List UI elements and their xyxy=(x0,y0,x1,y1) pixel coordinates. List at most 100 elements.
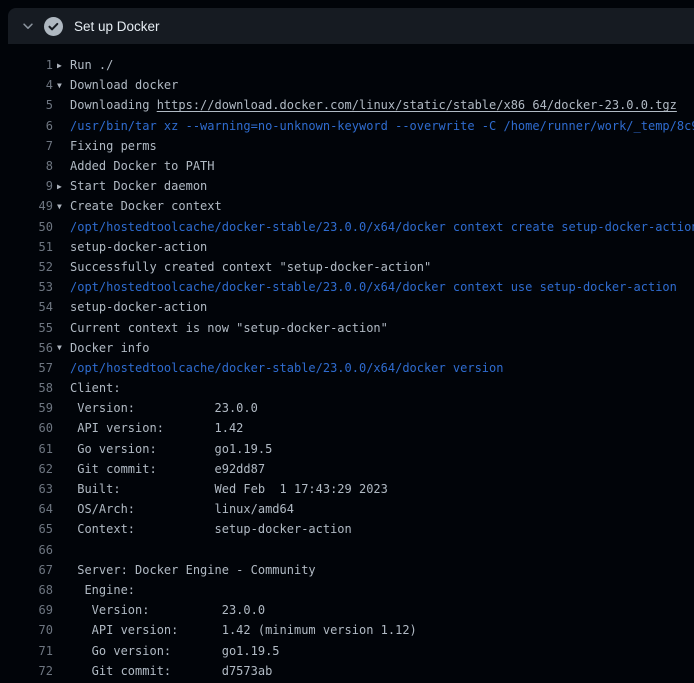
log-container: 1▶Run ./4▼Download docker5Downloading ht… xyxy=(0,44,694,681)
triangle-collapsed-icon[interactable]: ▶ xyxy=(57,182,70,191)
log-text: Go version: go1.19.5 xyxy=(70,644,694,658)
line-number[interactable]: 67 xyxy=(0,563,53,577)
line-number[interactable]: 72 xyxy=(0,664,53,678)
log-group-title: Start Docker daemon xyxy=(70,179,694,193)
log-line: 52 Successfully created context "setup-do… xyxy=(0,257,694,277)
log-line: 71 Go version: go1.19.5 xyxy=(0,640,694,660)
log-text: Git commit: d7573ab xyxy=(70,664,694,678)
log-group-row[interactable]: 56 ▼Docker info xyxy=(0,338,694,358)
log-text: Fixing perms xyxy=(70,139,694,153)
line-number[interactable]: 66 xyxy=(0,543,53,557)
log-group-title: Docker info xyxy=(70,341,694,355)
line-number[interactable]: 56 xyxy=(0,341,53,355)
line-number[interactable]: 7 xyxy=(0,139,53,153)
log-line: 51 setup-docker-action xyxy=(0,237,694,257)
line-number[interactable]: 60 xyxy=(0,421,53,435)
line-number[interactable]: 4 xyxy=(0,78,53,92)
log-line: 6/usr/bin/tar xz --warning=no-unknown-ke… xyxy=(0,116,694,136)
log-group-row[interactable]: 49 ▼Create Docker context xyxy=(0,196,694,216)
line-number[interactable]: 63 xyxy=(0,482,53,496)
log-text: setup-docker-action xyxy=(70,240,694,254)
log-text: Downloading xyxy=(70,98,157,112)
chevron-down-icon[interactable] xyxy=(21,19,35,33)
line-number[interactable]: 65 xyxy=(0,522,53,536)
line-number[interactable]: 55 xyxy=(0,321,53,335)
log-line: 57/opt/hostedtoolcache/docker-stable/23.… xyxy=(0,358,694,378)
log-text: Downloading https://download.docker.com/… xyxy=(70,98,694,112)
log-line: 69 Version: 23.0.0 xyxy=(0,600,694,620)
line-number[interactable]: 53 xyxy=(0,280,53,294)
log-text: Context: setup-docker-action xyxy=(70,522,694,536)
line-number[interactable]: 50 xyxy=(0,220,53,234)
line-number[interactable]: 64 xyxy=(0,502,53,516)
line-number[interactable]: 49 xyxy=(0,199,53,213)
log-line: 63 Built: Wed Feb 1 17:43:29 2023 xyxy=(0,479,694,499)
log-text: Version: 23.0.0 xyxy=(70,401,694,415)
log-line: 68 Engine: xyxy=(0,580,694,600)
log-line: 70 API version: 1.42 (minimum version 1.… xyxy=(0,620,694,640)
triangle-expanded-icon[interactable]: ▼ xyxy=(57,81,70,90)
log-text: Added Docker to PATH xyxy=(70,159,694,173)
line-number[interactable]: 1 xyxy=(0,58,53,72)
log-command-text: /usr/bin/tar xz --warning=no-unknown-key… xyxy=(70,119,694,133)
log-group-row[interactable]: 4 ▼Download docker xyxy=(0,75,694,95)
log-line: 66 xyxy=(0,540,694,560)
log-line: 65 Context: setup-docker-action xyxy=(0,519,694,539)
line-number[interactable]: 57 xyxy=(0,361,53,375)
check-circle-icon xyxy=(44,17,63,36)
log-text: Git commit: e92dd87 xyxy=(70,462,694,476)
log-line: 53/opt/hostedtoolcache/docker-stable/23.… xyxy=(0,277,694,297)
log-line: 59 Version: 23.0.0 xyxy=(0,398,694,418)
line-number[interactable]: 9 xyxy=(0,179,53,193)
triangle-expanded-icon[interactable]: ▼ xyxy=(57,202,70,211)
log-text: Server: Docker Engine - Community xyxy=(70,563,694,577)
log-lines: 1▶Run ./4▼Download docker5Downloading ht… xyxy=(0,55,694,681)
log-text: Built: Wed Feb 1 17:43:29 2023 xyxy=(70,482,694,496)
line-number[interactable]: 70 xyxy=(0,623,53,637)
log-text: setup-docker-action xyxy=(70,300,694,314)
log-group-row[interactable]: 9 ▶Start Docker daemon xyxy=(0,176,694,196)
log-group-title: Create Docker context xyxy=(70,199,694,213)
log-line: 61 Go version: go1.19.5 xyxy=(0,439,694,459)
log-text: Client: xyxy=(70,381,694,395)
step-title: Set up Docker xyxy=(74,19,160,34)
log-line: 58 Client: xyxy=(0,378,694,398)
log-text: Successfully created context "setup-dock… xyxy=(70,260,694,274)
line-number[interactable]: 51 xyxy=(0,240,53,254)
log-command-text: /opt/hostedtoolcache/docker-stable/23.0.… xyxy=(70,220,694,234)
log-command-text: /opt/hostedtoolcache/docker-stable/23.0.… xyxy=(70,280,694,294)
line-number[interactable]: 68 xyxy=(0,583,53,597)
log-line: 67 Server: Docker Engine - Community xyxy=(0,560,694,580)
log-line: 5 Downloading https://download.docker.com… xyxy=(0,95,694,115)
triangle-collapsed-icon[interactable]: ▶ xyxy=(57,61,70,70)
log-text: Go version: go1.19.5 xyxy=(70,442,694,456)
line-number[interactable]: 52 xyxy=(0,260,53,274)
line-number[interactable]: 71 xyxy=(0,644,53,658)
log-line: 54 setup-docker-action xyxy=(0,297,694,317)
line-number[interactable]: 62 xyxy=(0,462,53,476)
line-number[interactable]: 5 xyxy=(0,98,53,112)
line-number[interactable]: 8 xyxy=(0,159,53,173)
line-number[interactable]: 59 xyxy=(0,401,53,415)
log-line: 50/opt/hostedtoolcache/docker-stable/23.… xyxy=(0,217,694,237)
line-number[interactable]: 54 xyxy=(0,300,53,314)
line-number[interactable]: 61 xyxy=(0,442,53,456)
line-number[interactable]: 6 xyxy=(0,119,53,133)
log-line: 62 Git commit: e92dd87 xyxy=(0,459,694,479)
log-text: Engine: xyxy=(70,583,694,597)
line-number[interactable]: 69 xyxy=(0,603,53,617)
log-group-row[interactable]: 1▶Run ./ xyxy=(0,55,694,75)
triangle-expanded-icon[interactable]: ▼ xyxy=(57,343,70,352)
line-number[interactable]: 58 xyxy=(0,381,53,395)
log-command-text: /opt/hostedtoolcache/docker-stable/23.0.… xyxy=(70,361,694,375)
log-text: API version: 1.42 xyxy=(70,421,694,435)
log-line: 7 Fixing perms xyxy=(0,136,694,156)
step-header[interactable]: Set up Docker xyxy=(8,8,694,44)
log-line: 8 Added Docker to PATH xyxy=(0,156,694,176)
log-line: 60 API version: 1.42 xyxy=(0,418,694,438)
log-line: 72 Git commit: d7573ab xyxy=(0,661,694,681)
log-group-title: Download docker xyxy=(70,78,694,92)
log-line: 55Current context is now "setup-docker-a… xyxy=(0,317,694,337)
log-text: Version: 23.0.0 xyxy=(70,603,694,617)
log-url-link[interactable]: https://download.docker.com/linux/static… xyxy=(157,98,677,112)
